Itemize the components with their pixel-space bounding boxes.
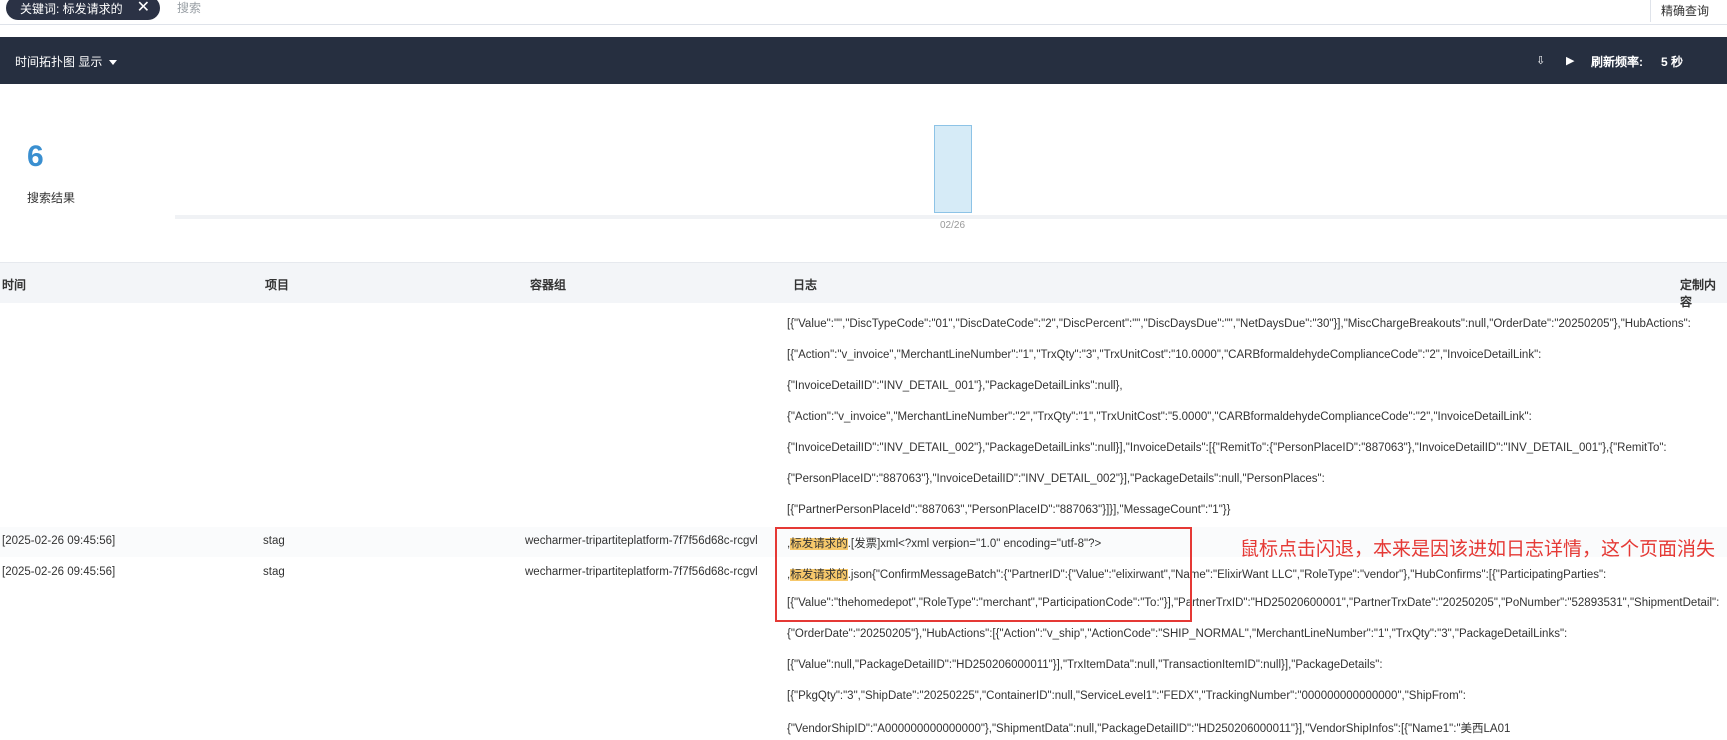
row-project: stag [263, 566, 285, 578]
play-icon[interactable]: ▶ [1566, 54, 1574, 67]
refresh-value[interactable]: 5 秒 [1661, 53, 1683, 70]
log-line: {"PersonPlaceID":"887063"},"InvoiceDetai… [787, 473, 1325, 485]
result-count: 6 [27, 140, 44, 173]
log-line: {"OrderDate":"20250205"},"HubActions":[{… [787, 628, 1568, 640]
result-count-label: 搜索结果 [27, 191, 76, 205]
log-line: [{"PartnerPersonPlaceId":"887063","Perso… [787, 504, 1231, 516]
row-pod: wecharmer-tripartiteplatform-7f7f56d68c-… [525, 535, 758, 547]
refresh-label: 刷新频率: [1591, 55, 1643, 69]
log-line: [{"Value":"","DiscTypeCode":"01","DiscDa… [787, 318, 1691, 330]
log-line: {"InvoiceDetailID":"INV_DETAIL_001"},"Pa… [787, 380, 1123, 392]
log-line: [{"Value":null,"PackageDetailID":"HD2502… [787, 659, 1383, 671]
close-icon[interactable]: ✕ [137, 0, 150, 16]
toolbar: 时间拓扑图 显示 ⇩ ▶ 刷新频率: 5 秒 [0, 37, 1727, 84]
view-dropdown-label: 时间拓扑图 显示 [15, 55, 103, 69]
log-line: {"VendorShipID":"A000000000000000"},"Shi… [787, 723, 1511, 735]
keyword-chip[interactable]: 关键词: 标发请求的 ✕ [6, 0, 161, 20]
column-header-project: 项目 [265, 278, 290, 292]
log-line: [{"Action":"v_invoice","MerchantLineNumb… [787, 349, 1542, 361]
histogram-tick-label: 02/26 [940, 220, 966, 231]
search-input[interactable] [175, 0, 1379, 18]
column-header-time: 时间 [2, 278, 27, 292]
row-pod: wecharmer-tripartiteplatform-7f7f56d68c-… [525, 566, 758, 578]
text-cursor-icon: I [948, 538, 952, 552]
annotation-box [775, 527, 1192, 622]
table-header: 时间 项目 容器组 日志 定制内容 [0, 262, 1727, 309]
search-bar: 关键词: 标发请求的 ✕ 精确查询 [0, 0, 1727, 25]
view-dropdown[interactable]: 时间拓扑图 显示 [15, 53, 118, 70]
row-project: stag [263, 535, 285, 547]
log-line: {"Action":"v_invoice","MerchantLineNumbe… [787, 411, 1532, 423]
log-line: {"InvoiceDetailID":"INV_DETAIL_002"},"Pa… [787, 442, 1667, 454]
exact-query-button[interactable]: 精确查询 [1650, 0, 1727, 22]
download-icon[interactable]: ⇩ [1536, 54, 1545, 67]
row-time: [2025-02-26 09:45:56] [2, 535, 116, 547]
row-time: [2025-02-26 09:45:56] [2, 566, 116, 578]
column-header-pod: 容器组 [530, 278, 567, 292]
column-header-custom: 定制内容 [1680, 278, 1717, 309]
chevron-down-icon [109, 59, 118, 65]
column-header-log: 日志 [793, 278, 818, 292]
annotation-text: 鼠标点击闪退，本来是因该进如日志详情，这个页面消失 [1240, 539, 1716, 560]
histogram-bar[interactable] [934, 125, 972, 213]
histogram-track [175, 215, 1727, 219]
keyword-chip-label: 关键词: 标发请求的 [20, 1, 123, 16]
log-line: [{"PkgQty":"3","ShipDate":"20250225","Co… [787, 690, 1466, 702]
